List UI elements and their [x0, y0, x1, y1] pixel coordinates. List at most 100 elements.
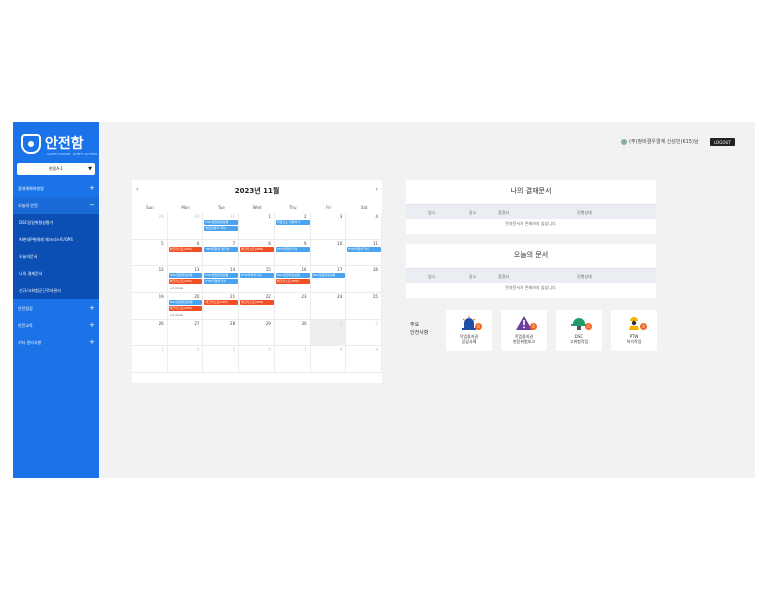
calendar-day-cell[interactable]: 29 [239, 319, 275, 347]
safety-item-site-hazard-report[interactable]: 0 작업중지권 현장위험보고 [501, 310, 547, 351]
calendar-day-cell[interactable]: 4 [346, 213, 382, 240]
calendar-day-cell[interactable]: 8 [310, 346, 347, 373]
calendar-day-cell[interactable]: 9 [346, 346, 382, 373]
calendar-day-cell[interactable]: 15 [239, 266, 275, 293]
calendar-day-cell[interactable]: 9 [274, 239, 311, 267]
shield-icon [21, 134, 41, 154]
calendar-day-cell[interactable]: 5 [132, 239, 168, 267]
calendar-event[interactable]: DSC일일위험성평 [168, 273, 203, 279]
calendar-event[interactable]: DSC일일위험성평 [168, 300, 203, 305]
calendar-day-cell[interactable]: 18 [346, 266, 382, 293]
sidebar-subitem-checklist[interactable]: AI현대P위해재 체크리스트/OPS [13, 231, 99, 248]
calendar-event[interactable]: 체크리스트(OPS) [240, 300, 274, 305]
calendar-event[interactable]: PTW작업허가서 [275, 246, 310, 252]
day-number: 4 [375, 214, 378, 219]
sidebar-subitem-high-risk-workers[interactable]: 신규/고위험군근로자관리 [13, 282, 99, 299]
more-events-link[interactable]: +1 more [170, 286, 183, 290]
day-number: 3 [339, 214, 343, 219]
sidebar-item-safety-education[interactable]: 안전교육 + [13, 317, 99, 334]
calendar-day-cell[interactable]: 8 [239, 239, 275, 267]
calendar-grid: 29 30 31 1 2 3 4 5 6 7 8 9 10 11 12 13 14 15 16 17 18 19 20 21 2… [132, 213, 382, 373]
calendar-day-cell[interactable]: 6 [167, 239, 204, 267]
calendar-event[interactable]: 체크리스트(OPS) [240, 246, 274, 252]
calendar-event[interactable]: 체크리스트(OPS) [275, 279, 310, 285]
calendar-day-cell[interactable]: 22 [239, 293, 275, 320]
sidebar-item-etc[interactable]: 기타 관리사항 + [13, 334, 99, 351]
calendar-day-cell[interactable]: 4 [167, 346, 204, 373]
day-number: 5 [232, 347, 236, 353]
calendar-event[interactable]: 체크리스트(OPS) [204, 300, 239, 305]
day-number: 4 [196, 347, 200, 353]
day-number: 30 [194, 214, 200, 219]
sidebar-item-today-safety[interactable]: 오늘의 안전 − [13, 197, 99, 214]
calendar-day-cell[interactable]: 2 [274, 213, 311, 240]
calendar-event[interactable]: 위험성평가 회의 [204, 226, 239, 231]
calendar-day-cell[interactable]: 11 [346, 239, 382, 267]
calendar-day-cell[interactable]: 23 [274, 293, 311, 320]
weekday-label: Sat [360, 205, 368, 210]
calendar-day-cell[interactable]: 21 [203, 293, 240, 320]
day-number: 3 [161, 347, 164, 353]
calendar-event[interactable]: PTW작업허가서 [204, 279, 239, 285]
day-number: 1 [268, 214, 271, 219]
calendar-day-cell[interactable]: 3 [310, 213, 347, 240]
calendar-event[interactable]: DSC일일위험성평 [204, 273, 239, 279]
day-number: 15 [265, 267, 271, 273]
column-header: 장소 [469, 210, 477, 215]
calendar-day-cell[interactable]: 7 [203, 239, 240, 267]
calendar-day-cell[interactable]: 24 [310, 293, 347, 320]
next-month-button[interactable]: › [376, 186, 378, 193]
calendar-day-cell[interactable]: 26 [132, 319, 168, 347]
logout-button[interactable]: LOGOUT [710, 138, 735, 146]
calendar-event[interactable]: DSC일일위험성평 [311, 273, 346, 279]
calendar-day-cell[interactable]: 10 [310, 239, 347, 267]
safety-item-dsc-high-risk[interactable]: 0 DSC 고위험작업 [556, 310, 602, 351]
app-window: 안전함 SAFETY HOUSE · SAFETY SYSTEM 현장A-1 ▼… [13, 122, 755, 478]
sidebar-subitem-dsc-risk[interactable]: DSC일일위험성평가 [13, 214, 99, 231]
weekday-label: Wed [252, 205, 262, 210]
sidebar-item-safety-inspection[interactable]: 안전점검 + [13, 300, 99, 317]
calendar-day-cell[interactable]: 29 [132, 213, 168, 240]
calendar-day-cell[interactable]: 2 [346, 319, 382, 347]
calendar-day-cell[interactable]: 5 [203, 346, 240, 373]
calendar-day-cell[interactable]: 19 [132, 293, 168, 320]
safety-count-badge: 0 [585, 323, 592, 330]
calendar-day-cell[interactable]: 6 [239, 346, 275, 373]
calendar-event[interactable]: 체크리스트(OPS) [168, 306, 203, 311]
calendar-day-cell[interactable]: 27 [167, 319, 204, 347]
safety-item-stop-work-case[interactable]: 0 작업중지권 공감사례 [446, 310, 492, 351]
calendar-day-cell[interactable]: 7 [274, 346, 311, 373]
today-docs-panel: 오늘의 문서 일시 장소 참정자 진행상태 전자문서가 존재하지 않습니다. [406, 244, 656, 298]
calendar-day-cell[interactable]: 1 [310, 319, 347, 347]
safety-item-ptw-permit[interactable]: 0 PTW 허가작업 [611, 310, 657, 351]
calendar-event[interactable]: 체크리스트(OPS) [168, 279, 203, 285]
calendar-day-cell[interactable]: 30 [274, 319, 311, 347]
more-events-link[interactable]: +1 more [170, 313, 183, 317]
calendar-event[interactable]: TBM위험성 평가서 [204, 246, 239, 252]
calendar-event[interactable]: DSC일일위험성평 [275, 273, 310, 279]
calendar-day-cell[interactable]: 3 [132, 346, 168, 373]
day-number: 9 [304, 240, 307, 246]
day-number: 21 [230, 294, 236, 299]
day-number: 25 [372, 294, 378, 299]
calendar-day-cell[interactable]: 30 [167, 213, 204, 240]
calendar-event[interactable]: 체크리스트(OPS) [168, 246, 203, 252]
safety-item-label: 작업중지권 공감사례 [459, 334, 479, 344]
calendar-day-cell[interactable]: 17 [310, 266, 347, 293]
sidebar-subitem-my-approval[interactable]: 나의 결재문서 [13, 265, 99, 282]
calendar-day-cell[interactable]: 25 [346, 293, 382, 320]
calendar-day-cell[interactable]: 1 [239, 213, 275, 240]
app-logo[interactable]: 안전함 SAFETY HOUSE · SAFETY SYSTEM [21, 130, 97, 158]
calendar-event[interactable]: PTW작업허가서 [347, 246, 381, 252]
calendar-event[interactable]: DSC일일위험성평 [204, 220, 239, 225]
site-select[interactable]: 현장A-1 ▼ [17, 163, 95, 175]
calendar-day-cell[interactable]: 28 [203, 319, 240, 347]
sidebar-item-serious-accident[interactable]: 중대재해처벌법 + [13, 180, 99, 197]
sidebar-subitem-today-docs[interactable]: 오늘의문서 [13, 248, 99, 265]
calendar-event[interactable]: 위험요소 작업허가 [275, 220, 310, 225]
calendar-event[interactable]: PTW작업허가서 [240, 273, 274, 279]
calendar-day-cell[interactable]: 12 [132, 266, 168, 293]
sidebar-subitem-label: DSC일일위험성평가 [19, 219, 54, 225]
plus-icon: + [89, 338, 95, 346]
day-number: 6 [268, 347, 271, 353]
